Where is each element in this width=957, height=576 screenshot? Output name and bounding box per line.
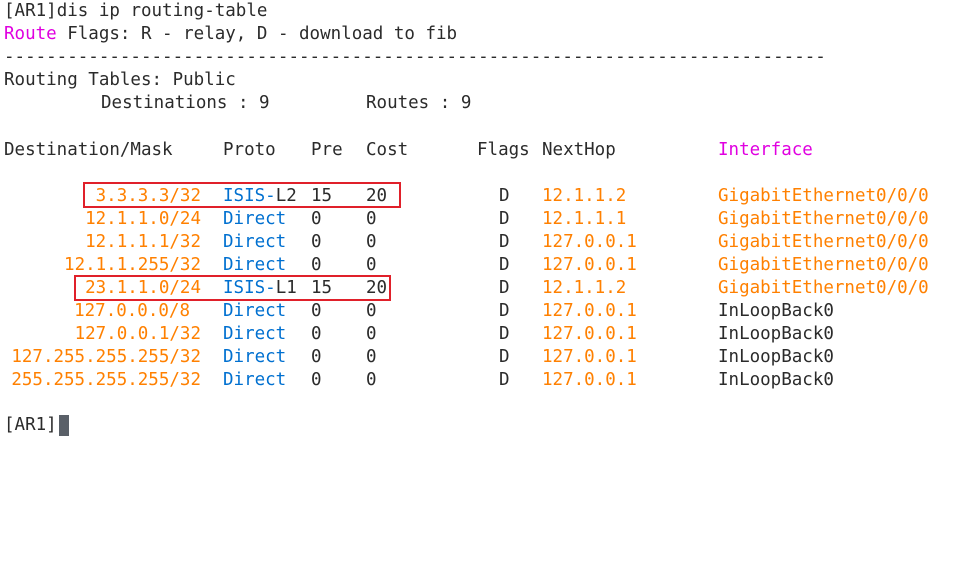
highlight-box-isis-l1 bbox=[74, 275, 391, 301]
header-interface: Interface bbox=[718, 140, 813, 160]
row-flags: D bbox=[499, 209, 510, 229]
table-row: 255.255.255.255/32 Direct 0 0 D 127.0.0.… bbox=[0, 369, 957, 392]
row-interface: GigabitEthernet0/0/0 bbox=[718, 255, 929, 275]
summary-line: Destinations : 9 Routes : 9 bbox=[0, 92, 957, 115]
row-flags: D bbox=[499, 232, 510, 252]
highlight-box-isis-l2 bbox=[83, 182, 401, 208]
row-pre: 0 bbox=[311, 347, 322, 367]
header-destination: Destination/Mask bbox=[4, 140, 173, 160]
row-interface: InLoopBack0 bbox=[718, 370, 834, 390]
row-nexthop: 12.1.1.2 bbox=[542, 278, 627, 298]
row-destination: 255.255.255.255/32 bbox=[11, 370, 201, 390]
row-pre: 0 bbox=[311, 232, 322, 252]
header-nexthop: NextHop bbox=[542, 140, 616, 160]
row-flags: D bbox=[499, 301, 510, 321]
row-proto: Direct bbox=[223, 209, 287, 229]
row-flags: D bbox=[499, 255, 510, 275]
table-row: 12.1.1.1/32 Direct 0 0 D 127.0.0.1 Gigab… bbox=[0, 231, 957, 254]
table-row: 127.0.0.1/32 Direct 0 0 D 127.0.0.1 InLo… bbox=[0, 323, 957, 346]
header-pre: Pre bbox=[311, 140, 343, 160]
row-destination: 127.0.0.0/8 bbox=[74, 301, 190, 321]
route-flags-text: Flags: R - relay, D - download to fib bbox=[56, 24, 458, 44]
row-interface: GigabitEthernet0/0/0 bbox=[718, 232, 929, 252]
row-interface: InLoopBack0 bbox=[718, 324, 834, 344]
routes-count: Routes : 9 bbox=[366, 93, 472, 113]
separator: ----------------------------------------… bbox=[4, 47, 826, 67]
table-row: 127.255.255.255/32 Direct 0 0 D 127.0.0.… bbox=[0, 346, 957, 369]
row-flags: D bbox=[499, 347, 510, 367]
row-pre: 0 bbox=[311, 370, 322, 390]
row-interface: GigabitEthernet0/0/0 bbox=[718, 209, 929, 229]
row-destination: 12.1.1.0/24 bbox=[85, 209, 201, 229]
row-cost: 0 bbox=[366, 232, 377, 252]
row-interface: InLoopBack0 bbox=[718, 347, 834, 367]
row-interface: GigabitEthernet0/0/0 bbox=[718, 278, 929, 298]
command-line: [AR1]dis ip routing-table bbox=[4, 0, 267, 23]
row-nexthop: 127.0.0.1 bbox=[542, 232, 637, 252]
prompt: [AR1] bbox=[4, 1, 57, 21]
row-flags: D bbox=[499, 278, 510, 298]
row-flags: D bbox=[499, 370, 510, 390]
row-cost: 0 bbox=[366, 324, 377, 344]
text-cursor[interactable] bbox=[59, 415, 69, 436]
row-pre: 0 bbox=[311, 255, 322, 275]
row-proto: Direct bbox=[223, 370, 287, 390]
table-row: 12.1.1.255/32 Direct 0 0 D 127.0.0.1 Gig… bbox=[0, 254, 957, 277]
row-destination: 12.1.1.255/32 bbox=[64, 255, 201, 275]
row-nexthop: 127.0.0.1 bbox=[542, 255, 637, 275]
row-interface: GigabitEthernet0/0/0 bbox=[718, 186, 929, 206]
row-nexthop: 127.0.0.1 bbox=[542, 301, 637, 321]
row-nexthop: 127.0.0.1 bbox=[542, 347, 637, 367]
row-nexthop: 127.0.0.1 bbox=[542, 324, 637, 344]
row-proto: Direct bbox=[223, 255, 287, 275]
row-destination: 12.1.1.1/32 bbox=[85, 232, 201, 252]
row-proto: Direct bbox=[223, 324, 287, 344]
table-row: 127.0.0.0/8 Direct 0 0 D 127.0.0.1 InLoo… bbox=[0, 300, 957, 323]
row-cost: 0 bbox=[366, 209, 377, 229]
routing-tables-label: Routing Tables: Public bbox=[4, 70, 236, 90]
command-text: dis ip routing-table bbox=[56, 1, 268, 21]
row-destination: 127.0.0.1/32 bbox=[74, 324, 201, 344]
row-nexthop: 12.1.1.2 bbox=[542, 186, 627, 206]
route-flags-line: Route Flags: R - relay, D - download to … bbox=[4, 23, 457, 46]
row-cost: 0 bbox=[366, 347, 377, 367]
row-flags: D bbox=[499, 324, 510, 344]
header-cost: Cost bbox=[366, 140, 409, 160]
header-proto: Proto bbox=[223, 140, 276, 160]
row-cost: 0 bbox=[366, 255, 377, 275]
header-flags: Flags bbox=[477, 140, 530, 160]
row-pre: 0 bbox=[311, 209, 322, 229]
row-pre: 0 bbox=[311, 324, 322, 344]
row-proto: Direct bbox=[223, 301, 287, 321]
table-header: Destination/Mask Proto Pre Cost Flags Ne… bbox=[0, 139, 957, 162]
row-nexthop: 127.0.0.1 bbox=[542, 370, 637, 390]
row-nexthop: 12.1.1.1 bbox=[542, 209, 627, 229]
row-flags: D bbox=[499, 186, 510, 206]
row-interface: InLoopBack0 bbox=[718, 301, 834, 321]
row-pre: 0 bbox=[311, 301, 322, 321]
row-destination: 127.255.255.255/32 bbox=[11, 347, 201, 367]
destinations-count: Destinations : 9 bbox=[101, 93, 270, 113]
route-keyword: Route bbox=[4, 24, 57, 44]
row-cost: 0 bbox=[366, 370, 377, 390]
final-prompt: [AR1] bbox=[4, 415, 57, 435]
table-row: 12.1.1.0/24 Direct 0 0 D 12.1.1.1 Gigabi… bbox=[0, 208, 957, 231]
row-proto: Direct bbox=[223, 347, 287, 367]
terminal-window[interactable]: [AR1]dis ip routing-table Route Flags: R… bbox=[0, 0, 957, 440]
row-proto: Direct bbox=[223, 232, 287, 252]
row-cost: 0 bbox=[366, 301, 377, 321]
